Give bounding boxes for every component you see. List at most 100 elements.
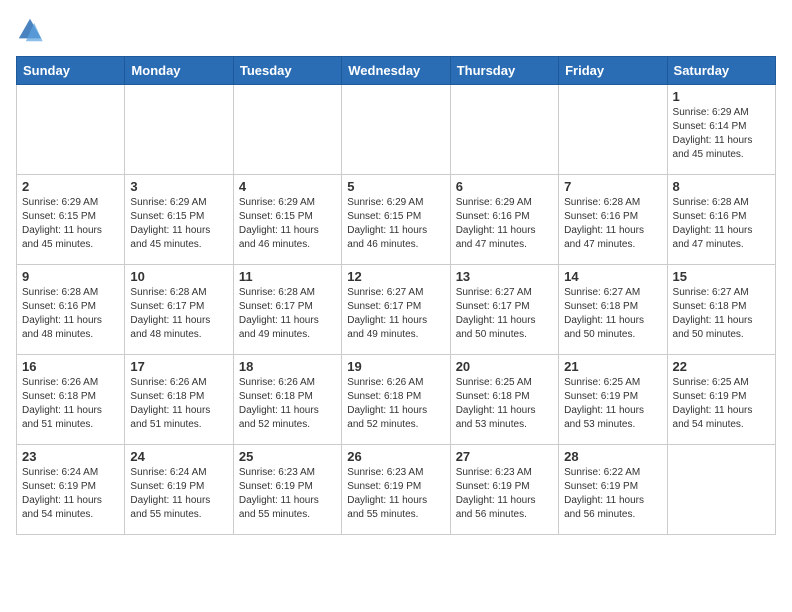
logo-icon [16,16,44,44]
day-number: 6 [456,179,553,194]
day-of-week-header: Thursday [450,57,558,85]
calendar-cell: 27 Sunrise: 6:23 AM Sunset: 6:19 PM Dayli… [450,445,558,535]
day-number: 2 [22,179,119,194]
day-info: Sunrise: 6:22 AM Sunset: 6:19 PM Dayligh… [564,466,661,522]
calendar-cell: 23 Sunrise: 6:24 AM Sunset: 6:19 PM Dayli… [17,445,125,535]
day-number: 21 [564,359,661,374]
calendar-cell: 6 Sunrise: 6:29 AM Sunset: 6:16 PM Daylig… [450,175,558,265]
logo [16,16,48,44]
calendar-cell [17,85,125,175]
day-info: Sunrise: 6:27 AM Sunset: 6:17 PM Dayligh… [456,286,553,342]
day-info: Sunrise: 6:23 AM Sunset: 6:19 PM Dayligh… [456,466,553,522]
day-number: 24 [130,449,227,464]
day-info: Sunrise: 6:28 AM Sunset: 6:16 PM Dayligh… [673,196,770,252]
day-number: 9 [22,269,119,284]
calendar-cell: 8 Sunrise: 6:28 AM Sunset: 6:16 PM Daylig… [667,175,775,265]
day-info: Sunrise: 6:29 AM Sunset: 6:15 PM Dayligh… [130,196,227,252]
day-number: 3 [130,179,227,194]
calendar-cell: 4 Sunrise: 6:29 AM Sunset: 6:15 PM Daylig… [233,175,341,265]
day-of-week-header: Saturday [667,57,775,85]
calendar-cell: 26 Sunrise: 6:23 AM Sunset: 6:19 PM Dayli… [342,445,450,535]
day-number: 14 [564,269,661,284]
day-info: Sunrise: 6:29 AM Sunset: 6:15 PM Dayligh… [239,196,336,252]
calendar-cell: 20 Sunrise: 6:25 AM Sunset: 6:18 PM Dayli… [450,355,558,445]
calendar-cell [233,85,341,175]
calendar-week-row: 1 Sunrise: 6:29 AM Sunset: 6:14 PM Daylig… [17,85,776,175]
calendar-cell: 15Sunrise: 6:27 AM Sunset: 6:18 PM Dayli… [667,265,775,355]
calendar-cell: 25 Sunrise: 6:23 AM Sunset: 6:19 PM Dayli… [233,445,341,535]
day-info: Sunrise: 6:29 AM Sunset: 6:14 PM Dayligh… [673,106,770,162]
day-number: 18 [239,359,336,374]
calendar-cell: 13 Sunrise: 6:27 AM Sunset: 6:17 PM Dayli… [450,265,558,355]
day-info: Sunrise: 6:26 AM Sunset: 6:18 PM Dayligh… [22,376,119,432]
calendar-cell: 10Sunrise: 6:28 AM Sunset: 6:17 PM Dayli… [125,265,233,355]
day-number: 26 [347,449,444,464]
calendar-cell: 14 Sunrise: 6:27 AM Sunset: 6:18 PM Dayli… [559,265,667,355]
day-of-week-header: Tuesday [233,57,341,85]
calendar-cell: 2 Sunrise: 6:29 AM Sunset: 6:15 PM Daylig… [17,175,125,265]
calendar-cell: 28Sunrise: 6:22 AM Sunset: 6:19 PM Dayli… [559,445,667,535]
calendar-cell: 5 Sunrise: 6:29 AM Sunset: 6:15 PM Daylig… [342,175,450,265]
calendar-cell: 9 Sunrise: 6:28 AM Sunset: 6:16 PM Daylig… [17,265,125,355]
day-info: Sunrise: 6:27 AM Sunset: 6:18 PM Dayligh… [673,286,770,342]
day-info: Sunrise: 6:25 AM Sunset: 6:19 PM Dayligh… [564,376,661,432]
day-number: 22 [673,359,770,374]
calendar-cell: 7Sunrise: 6:28 AM Sunset: 6:16 PM Daylig… [559,175,667,265]
day-number: 16 [22,359,119,374]
day-info: Sunrise: 6:28 AM Sunset: 6:16 PM Dayligh… [22,286,119,342]
calendar-cell: 12 Sunrise: 6:27 AM Sunset: 6:17 PM Dayli… [342,265,450,355]
calendar-cell [342,85,450,175]
day-info: Sunrise: 6:29 AM Sunset: 6:16 PM Dayligh… [456,196,553,252]
calendar-week-row: 2 Sunrise: 6:29 AM Sunset: 6:15 PM Daylig… [17,175,776,265]
day-number: 25 [239,449,336,464]
day-number: 4 [239,179,336,194]
calendar-cell: 17 Sunrise: 6:26 AM Sunset: 6:18 PM Dayli… [125,355,233,445]
day-of-week-header: Wednesday [342,57,450,85]
day-info: Sunrise: 6:25 AM Sunset: 6:18 PM Dayligh… [456,376,553,432]
day-number: 12 [347,269,444,284]
calendar-cell [559,85,667,175]
calendar-cell: 21 Sunrise: 6:25 AM Sunset: 6:19 PM Dayli… [559,355,667,445]
day-number: 8 [673,179,770,194]
day-number: 13 [456,269,553,284]
day-info: Sunrise: 6:26 AM Sunset: 6:18 PM Dayligh… [130,376,227,432]
day-info: Sunrise: 6:27 AM Sunset: 6:18 PM Dayligh… [564,286,661,342]
day-info: Sunrise: 6:23 AM Sunset: 6:19 PM Dayligh… [347,466,444,522]
calendar-cell: 11Sunrise: 6:28 AM Sunset: 6:17 PM Dayli… [233,265,341,355]
day-number: 17 [130,359,227,374]
day-info: Sunrise: 6:28 AM Sunset: 6:17 PM Dayligh… [239,286,336,342]
calendar-cell: 19 Sunrise: 6:26 AM Sunset: 6:18 PM Dayli… [342,355,450,445]
day-info: Sunrise: 6:26 AM Sunset: 6:18 PM Dayligh… [239,376,336,432]
calendar-cell: 3 Sunrise: 6:29 AM Sunset: 6:15 PM Daylig… [125,175,233,265]
calendar-cell [125,85,233,175]
day-number: 27 [456,449,553,464]
calendar-cell: 16 Sunrise: 6:26 AM Sunset: 6:18 PM Dayli… [17,355,125,445]
calendar-cell [667,445,775,535]
day-info: Sunrise: 6:29 AM Sunset: 6:15 PM Dayligh… [22,196,119,252]
day-info: Sunrise: 6:25 AM Sunset: 6:19 PM Dayligh… [673,376,770,432]
calendar-cell [450,85,558,175]
day-info: Sunrise: 6:24 AM Sunset: 6:19 PM Dayligh… [22,466,119,522]
day-number: 23 [22,449,119,464]
day-number: 1 [673,89,770,104]
day-info: Sunrise: 6:27 AM Sunset: 6:17 PM Dayligh… [347,286,444,342]
calendar-table: SundayMondayTuesdayWednesdayThursdayFrid… [16,56,776,535]
day-info: Sunrise: 6:23 AM Sunset: 6:19 PM Dayligh… [239,466,336,522]
calendar-cell: 22 Sunrise: 6:25 AM Sunset: 6:19 PM Dayli… [667,355,775,445]
day-number: 5 [347,179,444,194]
day-number: 19 [347,359,444,374]
day-number: 20 [456,359,553,374]
calendar-week-row: 23 Sunrise: 6:24 AM Sunset: 6:19 PM Dayli… [17,445,776,535]
day-number: 10 [130,269,227,284]
day-info: Sunrise: 6:24 AM Sunset: 6:19 PM Dayligh… [130,466,227,522]
day-info: Sunrise: 6:29 AM Sunset: 6:15 PM Dayligh… [347,196,444,252]
day-info: Sunrise: 6:26 AM Sunset: 6:18 PM Dayligh… [347,376,444,432]
calendar-week-row: 9 Sunrise: 6:28 AM Sunset: 6:16 PM Daylig… [17,265,776,355]
day-of-week-header: Friday [559,57,667,85]
calendar-week-row: 16 Sunrise: 6:26 AM Sunset: 6:18 PM Dayli… [17,355,776,445]
calendar-cell: 18 Sunrise: 6:26 AM Sunset: 6:18 PM Dayli… [233,355,341,445]
day-of-week-header: Monday [125,57,233,85]
day-info: Sunrise: 6:28 AM Sunset: 6:16 PM Dayligh… [564,196,661,252]
page-header [16,16,776,44]
calendar-cell: 24 Sunrise: 6:24 AM Sunset: 6:19 PM Dayli… [125,445,233,535]
